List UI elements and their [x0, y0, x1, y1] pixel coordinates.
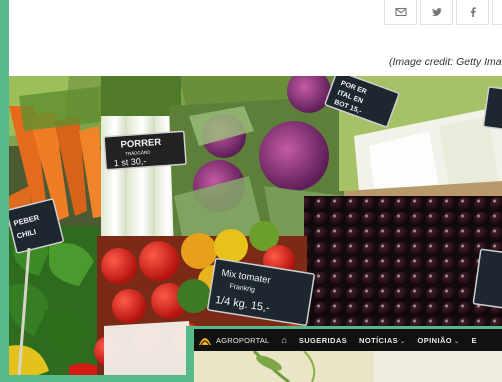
nav-opiniao-label: OPINIÃO: [417, 335, 453, 345]
green-frame-bottom: [0, 375, 186, 382]
share-bar: [384, 0, 502, 26]
email-icon: [394, 7, 407, 17]
more-share-button[interactable]: [492, 0, 502, 25]
twitter-share-button[interactable]: [420, 0, 453, 25]
facebook-share-button[interactable]: [456, 0, 489, 25]
home-icon[interactable]: ⌂: [281, 335, 286, 345]
facebook-icon: [470, 7, 476, 18]
email-share-button[interactable]: [384, 0, 417, 25]
site-navbar: AGROPORTAL ⌂ SUGERIDAS NOTÍCIAS ⌄ OPINIÃO…: [194, 329, 502, 351]
nav-noticias[interactable]: NOTÍCIAS ⌄: [359, 336, 405, 345]
logo-text: AGROPORTAL: [216, 335, 270, 345]
image-credit: (Image credit: Getty Images): [389, 56, 502, 68]
preview-image: [194, 351, 502, 382]
nav-more[interactable]: E: [471, 336, 476, 345]
nav-sugeridas[interactable]: SUGERIDAS: [299, 336, 347, 345]
site-preview[interactable]: AGROPORTAL ⌂ SUGERIDAS NOTÍCIAS ⌄ OPINIÃO…: [186, 326, 502, 382]
twitter-icon: [431, 8, 442, 17]
nav-noticias-label: NOTÍCIAS: [359, 335, 399, 345]
green-frame-left: [0, 0, 9, 382]
agroportal-logo[interactable]: AGROPORTAL: [198, 334, 269, 346]
chevron-down-icon: ⌄: [400, 338, 406, 345]
chevron-down-icon: ⌄: [454, 338, 460, 345]
nav-opiniao[interactable]: OPINIÃO ⌄: [418, 336, 460, 345]
leaf-logo-icon: [199, 338, 211, 346]
